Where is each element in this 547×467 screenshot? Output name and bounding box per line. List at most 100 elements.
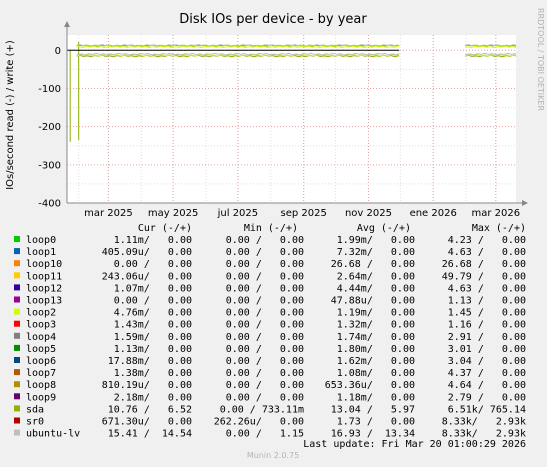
x-tick-label: sep 2025 — [281, 208, 327, 219]
legend-name: loop12 — [26, 283, 62, 294]
y-tick-label: -400 — [38, 199, 61, 210]
legend-max: 1.16 / 0.00 — [448, 320, 526, 331]
legend-max: 8.33k/ 2.93k — [442, 417, 526, 428]
legend-cur: 1.11m/ 0.00 — [114, 235, 192, 246]
legend-swatch — [14, 320, 20, 327]
legend-swatch — [14, 284, 20, 291]
legend-cur: 15.41 / 14.54 — [108, 429, 192, 440]
legend-name: loop3 — [26, 320, 56, 331]
legend-min: 0.00 / 0.00 — [226, 308, 304, 319]
y-tick-label: -300 — [38, 160, 61, 171]
legend-row-loop4: loop4 1.59m/ 0.00 0.00 / 0.00 1.74m/ 0.00 2.… — [14, 332, 526, 343]
legend-min: 0.00 / 0.00 — [226, 356, 304, 367]
legend-swatch — [14, 357, 20, 363]
legend-min: 0.00 / 0.00 — [226, 296, 304, 307]
legend-avg: 16.93 / 13.34 — [331, 429, 415, 440]
legend-avg: 1.32m/ 0.00 — [337, 320, 415, 331]
legend-row-loop1: loop1 405.09u/ 0.00 0.00 / 0.00 7.32m/ 0.00… — [14, 247, 526, 258]
legend-name: loop5 — [26, 344, 56, 355]
legend-cur: 0.00 / 0.00 — [114, 296, 192, 307]
legend-avg: 1.62m/ 0.00 — [337, 356, 415, 367]
legend-max: 6.51k/ 765.14 — [448, 404, 526, 415]
legend-row-loop9: loop9 2.18m/ 0.00 0.00 / 0.00 1.18m/ 0.00 2.… — [14, 392, 526, 403]
legend-max: 49.79 / 0.00 — [442, 271, 526, 282]
legend-name: loop6 — [26, 356, 56, 367]
legend-swatch — [14, 393, 20, 400]
legend-header-min: Min (-/+) — [244, 223, 298, 234]
plot-area: -400 -300 -200 -100 0 mar 2025 may 2025 jul 202… — [38, 21, 528, 219]
legend-min: 0.00 / 0.00 — [226, 259, 304, 270]
legend-name: loop10 — [26, 259, 62, 270]
legend-cur: 243.06u/ 0.00 — [102, 271, 192, 282]
legend-avg: 1.73 / 0.00 — [337, 417, 415, 428]
legend-swatch — [14, 429, 20, 436]
legend-max: 4.63 / 0.00 — [448, 283, 526, 294]
legend-row-sda: sda 10.76 / 6.52 0.00 / 733.11m 13.04 / 5.9… — [14, 404, 526, 415]
x-tick-label: jul 2025 — [217, 208, 259, 219]
legend-cur: 1.38m/ 0.00 — [114, 368, 192, 379]
legend-min: 0.00 / 0.00 — [226, 332, 304, 343]
legend-cur: 4.76m/ 0.00 — [114, 308, 192, 319]
legend-row-loop6: loop6 17.88m/ 0.00 0.00 / 0.00 1.62m/ 0.00 3… — [14, 356, 526, 367]
legend-swatch — [14, 248, 20, 255]
legend-name: sda — [26, 404, 44, 415]
legend-swatch — [14, 417, 20, 424]
legend-name: loop2 — [26, 308, 56, 319]
legend-swatch — [14, 369, 20, 376]
legend-row-loop2: loop2 4.76m/ 0.00 0.00 / 0.00 1.19m/ 0.00 1.… — [14, 308, 526, 319]
legend-avg: 1.19m/ 0.00 — [337, 308, 415, 319]
legend-min: 0.00 / 0.00 — [226, 271, 304, 282]
legend-min: 0.00 / 0.00 — [226, 392, 304, 403]
legend-max: 4.23 / 0.00 — [448, 235, 526, 246]
legend-max: 4.63 / 0.00 — [448, 247, 526, 258]
legend-avg: 1.99m/ 0.00 — [337, 235, 415, 246]
legend-name: sr0 — [26, 417, 44, 428]
legend-cur: 1.13m/ 0.00 — [114, 344, 192, 355]
legend-max: 2.79 / 0.00 — [448, 392, 526, 403]
legend-row-loop7: loop7 1.38m/ 0.00 0.00 / 0.00 1.08m/ 0.00 4.… — [14, 368, 526, 379]
legend-cur: 405.09u/ 0.00 — [102, 247, 192, 258]
legend-cur: 2.18m/ 0.00 — [114, 392, 192, 403]
legend-min: 0.00 / 0.00 — [226, 247, 304, 258]
legend-row-loop13: loop13 0.00 / 0.00 0.00 / 0.00 47.88u/ 0.00… — [14, 296, 526, 307]
disk-io-chart: Disk IOs per device - by year RRDTOOL / … — [5, 8, 545, 460]
legend-max: 26.68 / 0.00 — [442, 259, 526, 270]
legend-min: 0.00 / 0.00 — [226, 235, 304, 246]
legend-min: 0.00 / 0.00 — [226, 344, 304, 355]
legend-name: ubuntu-lv — [26, 429, 80, 440]
legend-name: loop8 — [26, 380, 56, 391]
rrdtool-credit: RRDTOOL / TOBI OETIKER — [536, 8, 545, 111]
legend-swatch — [14, 236, 20, 242]
legend-cur: 10.76 / 6.52 — [108, 404, 192, 415]
legend-min: 0.00 / 0.00 — [226, 368, 304, 379]
legend-name: loop11 — [26, 271, 62, 282]
legend-name: loop9 — [26, 392, 56, 403]
x-tick-label: nov 2025 — [345, 208, 392, 219]
legend-min: 262.26u/ 0.00 — [214, 417, 304, 428]
y-tick-label: -200 — [38, 122, 61, 133]
last-update: Last update: Fri Mar 20 01:00:29 2026 — [303, 439, 526, 450]
legend-avg: 653.36u/ 0.00 — [325, 380, 415, 391]
legend-avg: 1.74m/ 0.00 — [337, 332, 415, 343]
legend-name: loop4 — [26, 332, 56, 343]
x-axis-arrow — [522, 200, 528, 206]
legend-swatch — [14, 296, 20, 303]
legend-swatch — [14, 381, 20, 388]
legend-cur: 1.59m/ 0.00 — [114, 332, 192, 343]
legend-min: 0.00 / 0.00 — [226, 320, 304, 331]
y-axis-arrow — [64, 21, 70, 27]
legend-cur: 671.30u/ 0.00 — [102, 417, 192, 428]
legend-row-loop0: loop0 1.11m/ 0.00 0.00 / 0.00 1.99m/ 0.00 4.… — [14, 235, 526, 246]
legend-max: 4.64 / 0.00 — [448, 380, 526, 391]
x-tick-label: ene 2026 — [410, 208, 457, 219]
legend-swatch — [14, 344, 20, 351]
legend-min: 0.00 / 733.11m — [220, 404, 304, 415]
y-tick-label: -100 — [38, 84, 61, 95]
legend-row-loop11: loop11 243.06u/ 0.00 0.00 / 0.00 2.64m/ 0.0… — [14, 271, 526, 282]
legend-cur: 0.00 / 0.00 — [114, 259, 192, 270]
y-tick-label: 0 — [55, 46, 61, 57]
legend-row-loop5: loop5 1.13m/ 0.00 0.00 / 0.00 1.80m/ 0.00 3.… — [14, 344, 526, 355]
legend-row-sr0: sr0 671.30u/ 0.00 262.26u/ 0.00 1.73 / 0.00… — [14, 417, 526, 428]
legend-avg: 13.04 / 5.97 — [331, 404, 415, 415]
legend-header-cur: Cur (-/+) — [138, 223, 192, 234]
